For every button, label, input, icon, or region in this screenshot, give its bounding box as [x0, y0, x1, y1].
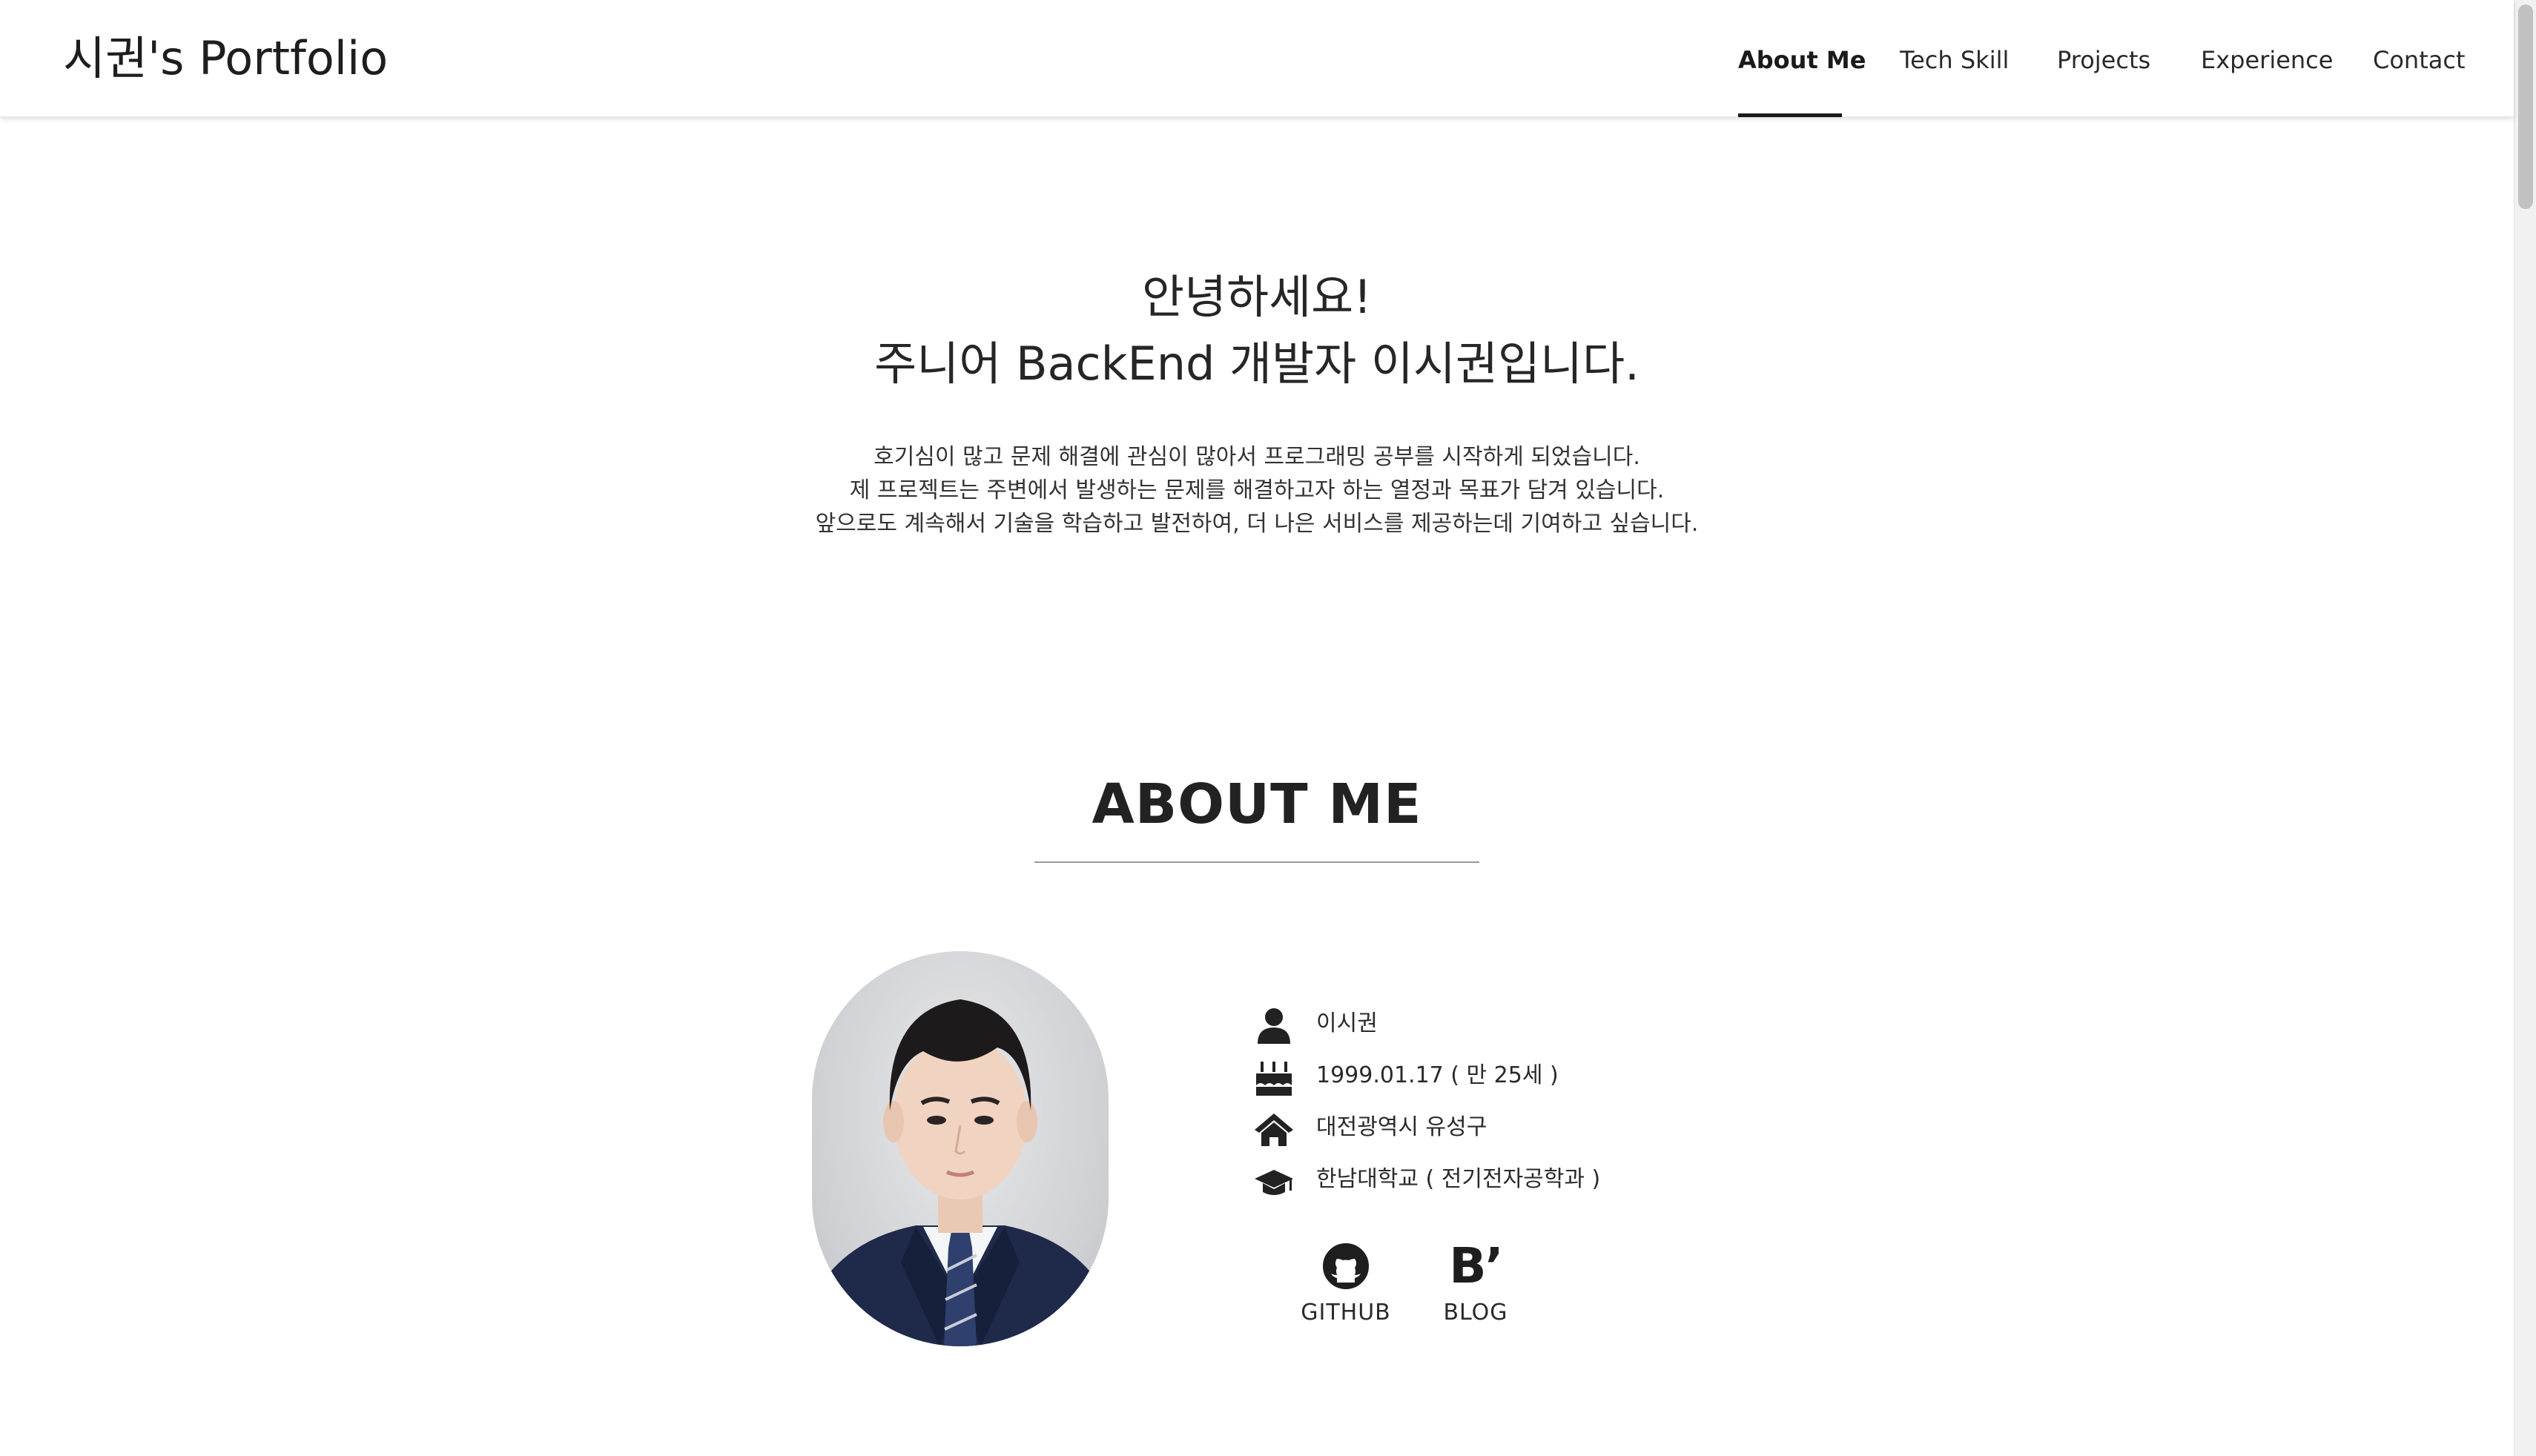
user-icon	[1253, 1007, 1295, 1045]
blog-label: BLOG	[1443, 1300, 1508, 1326]
brand-logo[interactable]: 시권's Portfolio	[63, 25, 388, 92]
github-link[interactable]: GITHUB	[1298, 1240, 1394, 1336]
nav-item-contact[interactable]: Contact	[2373, 42, 2466, 117]
graduation-cap-icon	[1253, 1162, 1295, 1201]
github-label: GITHUB	[1301, 1300, 1391, 1326]
home-icon	[1253, 1111, 1295, 1149]
vertical-scrollbar[interactable]	[2514, 0, 2536, 1456]
hero-paragraph-line: 제 프로젝트는 주변에서 발생하는 문제를 해결하고자 하는 열정과 목표가 담…	[849, 477, 1665, 503]
section-divider	[1034, 861, 1479, 863]
portfolio-page: 시권's Portfolio About Me Tech Skill Proje…	[0, 0, 2536, 1456]
profile-photo	[812, 951, 1109, 1346]
info-education-text: 한남대학교 ( 전기전자공학과 )	[1316, 1166, 1601, 1192]
blog-link[interactable]: B’ BLOG	[1427, 1240, 1524, 1336]
info-name-text: 이시권	[1316, 1010, 1378, 1036]
nav-item-experience[interactable]: Experience	[2201, 42, 2333, 117]
hero-paragraph-line: 앞으로도 계속해서 기술을 학습하고 발전하여, 더 나은 서비스를 제공하는데…	[815, 511, 1699, 537]
info-birthday-text: 1999.01.17 ( 만 25세 )	[1316, 1062, 1559, 1088]
hero-intro: 주니어 BackEnd 개발자 이시권입니다.	[874, 337, 1640, 391]
info-address-text: 대전광역시 유성구	[1316, 1114, 1487, 1140]
nav-item-about-me[interactable]: About Me	[1738, 42, 1866, 117]
hero-greeting: 안녕하세요!	[1141, 270, 1373, 324]
top-navbar: 시권's Portfolio About Me Tech Skill Proje…	[0, 0, 2514, 117]
nav-item-tech-skill[interactable]: Tech Skill	[1900, 42, 2009, 117]
github-icon	[1298, 1240, 1394, 1293]
scrollbar-thumb[interactable]	[2518, 4, 2533, 209]
birthday-cake-icon	[1253, 1059, 1295, 1097]
blog-icon: B’	[1449, 1237, 1503, 1294]
nav-item-projects[interactable]: Projects	[2057, 42, 2150, 117]
hero-paragraph-line: 호기심이 많고 문제 해결에 관심이 많아서 프로그래밍 공부를 시작하게 되었…	[874, 444, 1640, 470]
section-title: ABOUT ME	[1092, 772, 1422, 836]
